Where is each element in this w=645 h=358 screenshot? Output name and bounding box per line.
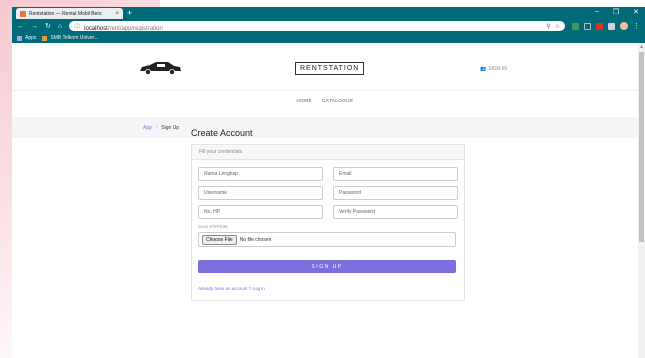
tab-title: Rentstation — Rental Mobil Bers — [29, 10, 102, 17]
bookmark-favicon-icon — [42, 35, 48, 41]
browser-tab[interactable]: Rentstation — Rental Mobil Bers × — [16, 8, 123, 19]
zoom-icon[interactable]: ⚲ — [546, 23, 550, 30]
scroll-up-icon[interactable]: ▲ — [639, 44, 644, 50]
car-logo-icon[interactable] — [138, 61, 182, 75]
breadcrumb-app-link[interactable]: App — [143, 125, 152, 131]
file-upload-input[interactable]: Choose File No file chosen — [198, 232, 456, 247]
tab-close-icon[interactable]: × — [115, 11, 119, 17]
maximize-button[interactable]: ❐ — [613, 8, 619, 18]
extension-icon[interactable] — [596, 22, 603, 30]
username-field[interactable]: Username — [198, 186, 323, 200]
choose-file-button[interactable]: Choose File — [202, 234, 237, 245]
favicon-icon — [20, 10, 26, 17]
registration-card: Fill your credentials Nama Lengkap Email… — [191, 144, 465, 301]
scroll-thumb[interactable] — [639, 52, 644, 242]
browser-window: Rentstation — Rental Mobil Bers × + − ❐ … — [12, 7, 645, 358]
file-status-text: No file chosen — [239, 236, 272, 243]
address-path: /rent/app/registration — [107, 26, 163, 32]
page-scrollbar[interactable]: ▲ — [638, 43, 645, 358]
breadcrumb-separator: / — [155, 124, 158, 131]
page-title: Create Account — [191, 128, 253, 138]
scan-id-label: Scan KTP/SIM — [198, 224, 228, 229]
name-field[interactable]: Nama Lengkap — [198, 167, 323, 181]
login-link[interactable]: Already have an account ? Log in — [198, 286, 458, 291]
breadcrumb-current: Sign Up — [161, 124, 180, 131]
extension-icon[interactable] — [608, 22, 615, 30]
title-bar: Rentstation — Rental Mobil Bers × + − ❐ … — [12, 7, 645, 19]
extension-icon[interactable] — [584, 22, 591, 30]
nav-catalogue[interactable]: CATALOGUE — [322, 98, 354, 103]
apps-grid-icon — [17, 35, 22, 41]
registration-section: Create Account Fill your credentials Nam… — [191, 128, 465, 301]
home-icon[interactable]: ⌂ — [58, 23, 62, 30]
user-icon: 👥 — [480, 66, 487, 72]
address-bar-row: ← → ↻ ⌂ ⓘ localhost/rent/app/registratio… — [12, 19, 645, 33]
reload-icon[interactable]: ↻ — [45, 23, 51, 30]
back-icon[interactable]: ← — [17, 23, 24, 30]
forward-icon[interactable]: → — [31, 23, 38, 30]
close-window-button[interactable]: ✕ — [633, 8, 639, 18]
card-subtitle: Fill your credentials — [192, 145, 464, 160]
bookmark-star-icon[interactable]: ☆ — [555, 23, 560, 30]
address-input[interactable]: ⓘ localhost/rent/app/registration ⚲ ☆ — [69, 21, 565, 32]
address-host: localhost — [84, 26, 108, 32]
bookmark-apps[interactable]: Apps — [17, 35, 36, 41]
profile-avatar[interactable] — [620, 22, 628, 30]
verify-password-field[interactable]: Verify Password — [333, 205, 458, 219]
nav-home[interactable]: HOME — [296, 98, 312, 103]
new-tab-button[interactable]: + — [127, 8, 132, 18]
phone-field[interactable]: No. HP — [198, 205, 323, 219]
sign-in-link[interactable]: 👥 SIGN IN — [480, 66, 507, 72]
info-icon[interactable]: ⓘ — [74, 22, 80, 31]
email-field[interactable]: Email — [333, 167, 458, 181]
menu-dots-icon[interactable]: ⋮ — [633, 23, 640, 30]
sign-up-button[interactable]: SIGN UP — [198, 260, 456, 273]
bookmark-smb[interactable]: SMB Telkom Univer... — [42, 35, 98, 41]
site-header: RENTSTATION 👥 SIGN IN — [12, 43, 638, 91]
main-nav: HOME CATALOGUE — [12, 91, 638, 109]
brand-logo[interactable]: RENTSTATION — [295, 62, 365, 75]
minimize-button[interactable]: − — [595, 8, 599, 18]
password-field[interactable]: Password — [333, 186, 458, 200]
extension-icon[interactable] — [572, 22, 579, 30]
